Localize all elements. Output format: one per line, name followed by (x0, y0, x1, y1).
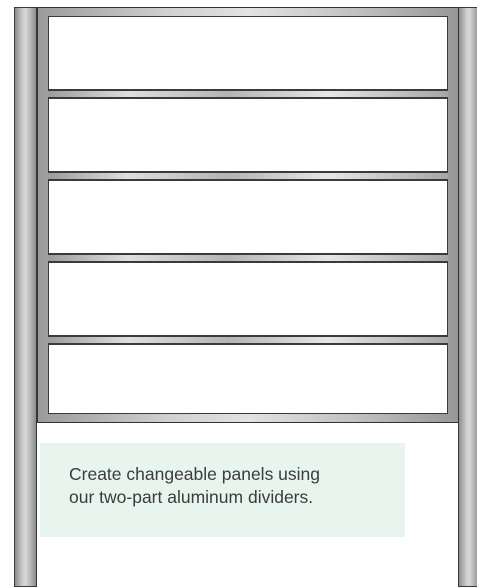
fence-frame (37, 7, 459, 423)
divider-1 (48, 90, 448, 98)
panel-1 (48, 16, 448, 90)
divider-2 (48, 172, 448, 180)
panel-4 (48, 262, 448, 336)
left-post (14, 7, 37, 587)
panel-3 (48, 180, 448, 254)
caption-box: Create changeable panels using our two-p… (40, 443, 405, 537)
divider-4 (48, 336, 448, 344)
panel-2 (48, 98, 448, 172)
caption-text: Create changeable panels using our two-p… (69, 464, 321, 507)
right-post (458, 7, 477, 587)
panel-5 (48, 344, 448, 414)
divider-3 (48, 254, 448, 262)
